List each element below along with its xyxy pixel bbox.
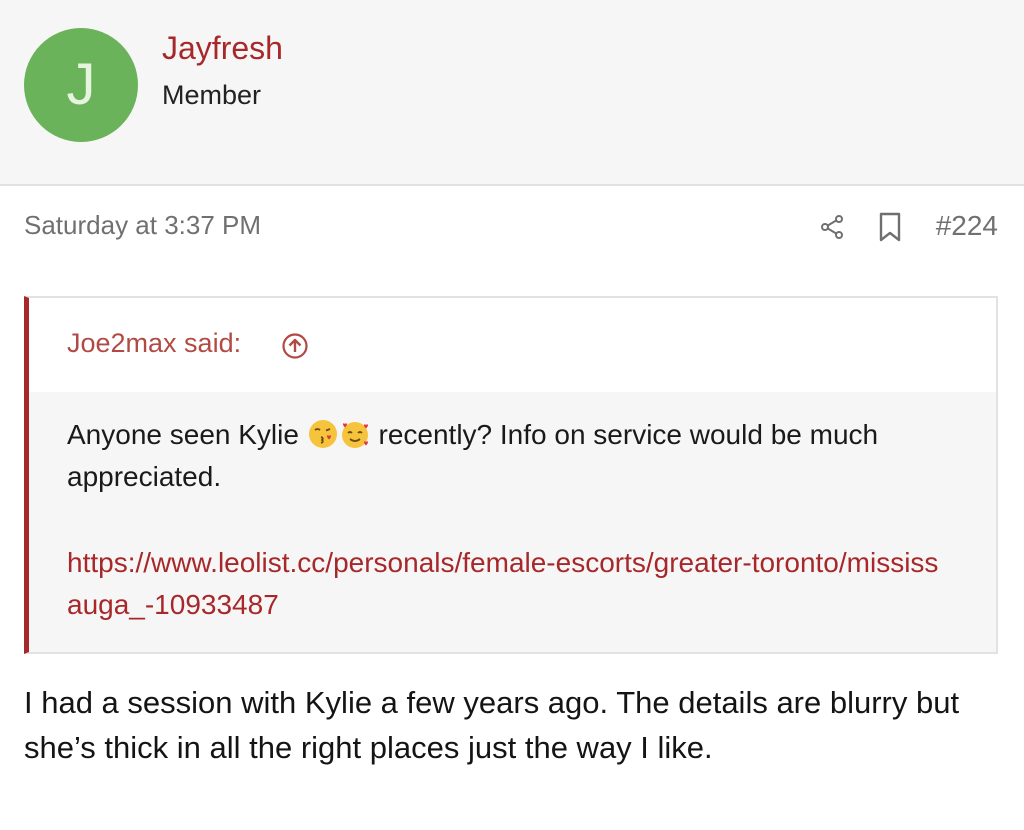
quote-header: Joe2max said:	[29, 298, 996, 392]
smiling-face-with-hearts-emoji	[341, 422, 368, 448]
quote-block: Joe2max said: Anyone seen Kylie recently…	[24, 296, 998, 654]
arrow-up-circle-icon[interactable]	[281, 332, 309, 360]
bookmark-icon[interactable]	[877, 212, 903, 242]
quoted-link[interactable]: https://www.leolist.cc/personals/female-…	[67, 542, 947, 626]
quote-author[interactable]: Joe2max said:	[67, 328, 241, 359]
username-link[interactable]: Jayfresh	[162, 30, 283, 67]
quote-text: Anyone seen Kylie recently? Info on serv…	[67, 414, 967, 498]
post-header: J Jayfresh Member	[0, 0, 1024, 186]
share-icon[interactable]	[818, 213, 846, 241]
kissing-face-emoji	[308, 420, 337, 448]
quote-text-start: Anyone seen Kylie	[67, 419, 307, 450]
post-number-link[interactable]: #224	[936, 210, 998, 242]
user-title: Member	[162, 80, 262, 110]
post-timestamp[interactable]: Saturday at 3:37 PM	[24, 210, 261, 241]
avatar[interactable]: J	[24, 28, 138, 142]
post-body-text: I had a session with Kylie a few years a…	[24, 685, 960, 765]
quote-body: Anyone seen Kylie recently? Info on serv…	[29, 392, 996, 652]
